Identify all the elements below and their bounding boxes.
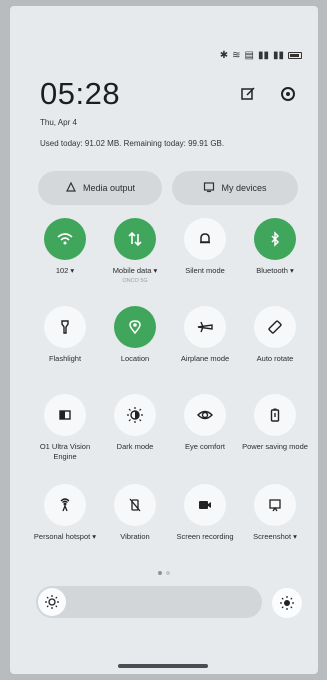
- wifi-icon[interactable]: [44, 218, 86, 260]
- tile-eye-comfort[interactable]: Eye comfort: [170, 394, 240, 452]
- tile-label: 102 ▾: [55, 266, 75, 275]
- media-output-label: Media output: [82, 183, 136, 193]
- status-bar: ✱ ≋ ▤ ▮▮ ▮▮: [220, 50, 302, 61]
- data-usage-text: Used today: 91.02 MB. Remaining today: 9…: [40, 139, 225, 148]
- settings-icon[interactable]: [278, 84, 298, 104]
- tile-screen-recording[interactable]: Screen recording: [170, 484, 240, 542]
- tile-wifi[interactable]: 102 ▾: [30, 218, 100, 276]
- tile-label: O1 Ultra Vision Engine: [39, 442, 91, 461]
- battery-status-icon: [288, 52, 302, 59]
- media-output-icon: [65, 181, 77, 195]
- devices-icon: [203, 181, 215, 195]
- hotspot-icon[interactable]: [44, 484, 86, 526]
- page-dot-active: [158, 571, 162, 575]
- my-devices-button[interactable]: My devices: [172, 171, 298, 205]
- tile-label: Screenshot ▾: [253, 532, 297, 541]
- tile-personal-hotspot[interactable]: Personal hotspot ▾: [30, 484, 100, 542]
- tile-label: Location: [120, 354, 150, 363]
- page-dot: [166, 571, 170, 575]
- tile-screenshot[interactable]: Screenshot ▾: [240, 484, 310, 542]
- tile-label: Auto rotate: [256, 354, 294, 363]
- media-output-button[interactable]: Media output: [38, 171, 162, 205]
- tile-label: Airplane mode: [180, 354, 230, 363]
- tile-label: Power saving mode: [242, 442, 308, 451]
- tile-dark-mode[interactable]: Dark mode: [100, 394, 170, 452]
- tile-bluetooth[interactable]: Bluetooth ▾: [240, 218, 310, 276]
- my-devices-label: My devices: [221, 183, 267, 193]
- bluetooth-status-icon: ✱: [219, 50, 229, 61]
- wifi-status-icon: ≋: [232, 50, 241, 61]
- vibration-icon[interactable]: [114, 484, 156, 526]
- sim-status-icon: ▤: [244, 50, 254, 61]
- auto-brightness-icon[interactable]: [272, 588, 302, 618]
- tile-label: Personal hotspot ▾: [33, 532, 97, 541]
- vision-engine-icon[interactable]: [44, 394, 86, 436]
- mobile-data-icon[interactable]: [114, 218, 156, 260]
- tile-label: Mobile data ▾: [112, 266, 158, 275]
- airplane-icon[interactable]: [184, 306, 226, 348]
- screen-record-icon[interactable]: [184, 484, 226, 526]
- tile-power-saving[interactable]: Power saving mode: [240, 394, 310, 452]
- tile-silent-mode[interactable]: Silent mode: [170, 218, 240, 276]
- edit-icon[interactable]: [238, 84, 258, 104]
- bell-icon[interactable]: [184, 218, 226, 260]
- home-indicator: [118, 664, 208, 668]
- bluetooth-icon[interactable]: [254, 218, 296, 260]
- clock: 05:28: [40, 76, 121, 111]
- tile-label: Bluetooth ▾: [256, 266, 294, 275]
- date: Thu, Apr 4: [40, 118, 77, 127]
- tile-label: Dark mode: [116, 442, 154, 451]
- signal-status-icon: ▮▮: [257, 50, 269, 61]
- quick-settings-panel: ✱ ≋ ▤ ▮▮ ▮▮ 05:28 Thu, Apr 4 Used today:…: [10, 6, 318, 674]
- brightness-slider[interactable]: [36, 586, 262, 618]
- tile-label: Flashlight: [48, 354, 82, 363]
- rotate-icon[interactable]: [254, 306, 296, 348]
- battery-icon[interactable]: [254, 394, 296, 436]
- tile-sublabel: ONCO 5G: [122, 278, 148, 284]
- tile-vibration[interactable]: Vibration: [100, 484, 170, 542]
- tile-label: Silent mode: [185, 266, 225, 275]
- flashlight-icon[interactable]: [44, 306, 86, 348]
- location-icon[interactable]: [114, 306, 156, 348]
- tile-airplane-mode[interactable]: Airplane mode: [170, 306, 240, 364]
- tile-label: Eye comfort: [184, 442, 225, 451]
- signal2-status-icon: ▮▮: [272, 50, 284, 61]
- eye-icon[interactable]: [184, 394, 226, 436]
- page-indicator: [158, 571, 170, 575]
- tile-vision-engine[interactable]: O1 Ultra Vision Engine: [30, 394, 100, 462]
- tile-label: Vibration: [120, 532, 150, 541]
- dark-mode-icon[interactable]: [114, 394, 156, 436]
- brightness-icon[interactable]: [38, 588, 66, 616]
- tile-flashlight[interactable]: Flashlight: [30, 306, 100, 364]
- tile-auto-rotate[interactable]: Auto rotate: [240, 306, 310, 364]
- tile-mobile-data[interactable]: Mobile data ▾ ONCO 5G: [100, 218, 170, 286]
- tile-label: Screen recording: [176, 532, 234, 541]
- tile-location[interactable]: Location: [100, 306, 170, 364]
- screenshot-icon[interactable]: [254, 484, 296, 526]
